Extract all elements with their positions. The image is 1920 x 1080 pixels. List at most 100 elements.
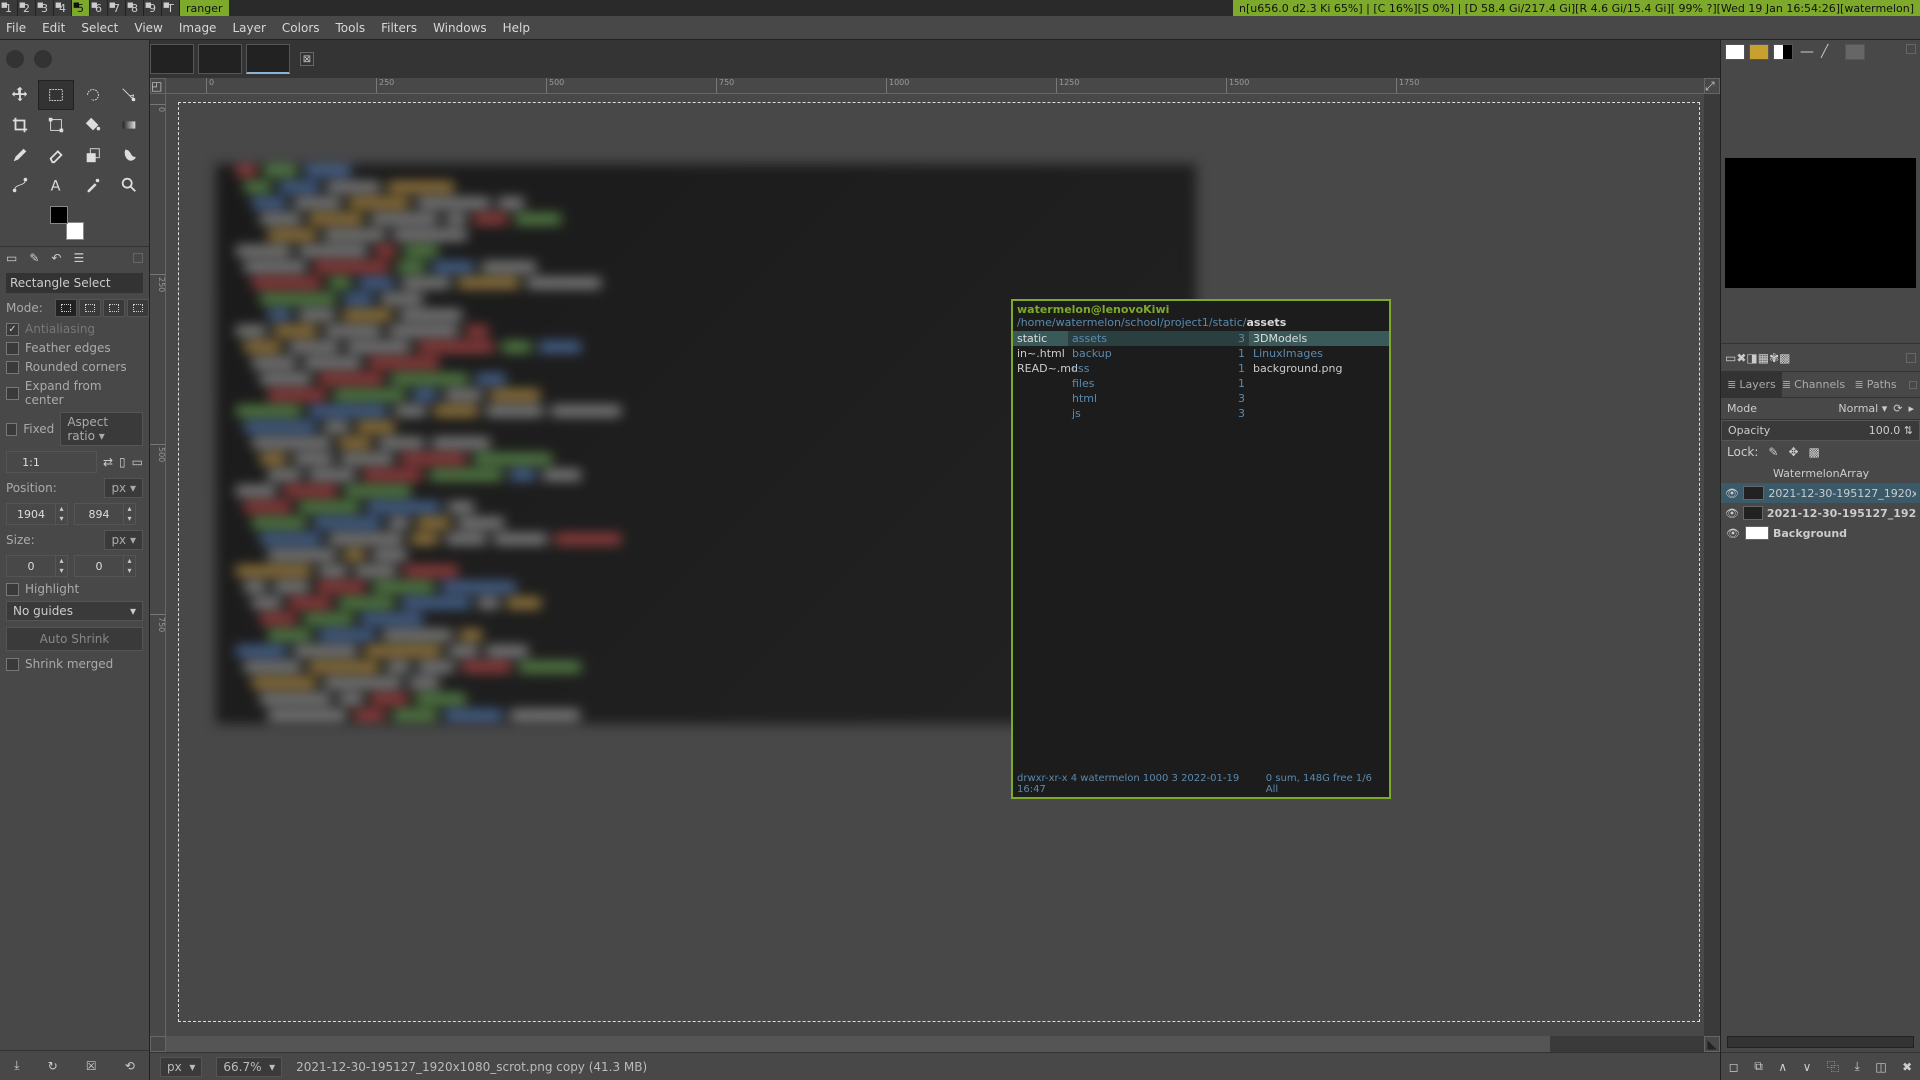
pencil-tool-icon[interactable] — [2, 140, 38, 170]
workspace-4[interactable]: ■4 — [54, 0, 72, 16]
menu-view[interactable]: View — [134, 21, 162, 35]
fuzzy-select-tool-icon[interactable] — [111, 80, 147, 110]
rounded-checkbox[interactable] — [6, 361, 19, 374]
workspace-5[interactable]: ■5 — [72, 0, 90, 16]
highlight-checkbox[interactable] — [6, 583, 19, 596]
brush-icon[interactable]: ╱ — [1821, 44, 1841, 60]
nav-preview[interactable] — [1725, 158, 1916, 288]
expand-checkbox[interactable] — [6, 387, 19, 400]
crop-tool-icon[interactable] — [2, 110, 38, 140]
zoom-select[interactable]: 66.7% ▾ — [216, 1057, 282, 1077]
position-unit-select[interactable]: px ▾ — [104, 478, 143, 498]
size-unit-select[interactable]: px ▾ — [104, 530, 143, 550]
configure-tab-icon[interactable] — [1906, 353, 1916, 363]
visibility-icon[interactable]: 👁 — [1725, 507, 1739, 520]
workspace-7[interactable]: ■7 — [108, 0, 126, 16]
new-layer-icon[interactable]: ◻ — [1729, 1060, 1739, 1074]
mask-layer-icon[interactable]: ◫ — [1875, 1060, 1886, 1074]
layer-list[interactable]: ▲WatermelonArray 👁2021-12-30-195127_1920x… — [1721, 463, 1920, 1032]
mode-subtract-button[interactable] — [103, 299, 125, 317]
layer-scroll[interactable] — [1727, 1036, 1914, 1048]
quick-mask-icon[interactable] — [150, 1036, 166, 1052]
menubar[interactable]: FileEditSelectViewImageLayerColorsToolsF… — [0, 16, 1920, 40]
layer-row[interactable]: 👁Background — [1721, 523, 1920, 543]
eraser-tool-icon[interactable] — [38, 140, 74, 170]
configure-tab-icon[interactable] — [1909, 381, 1917, 389]
scrollbar-vertical[interactable] — [1704, 94, 1720, 1036]
canvas-viewport[interactable]: watermelon@lenovoKiwi /home/watermelon/s… — [166, 94, 1704, 1036]
pos-x-input[interactable] — [7, 508, 55, 521]
workspace-2[interactable]: ■2 — [18, 0, 36, 16]
minus-icon[interactable]: — — [1797, 44, 1817, 60]
mode-intersect-button[interactable] — [127, 299, 149, 317]
tool-options-icon[interactable]: ▭ — [6, 251, 17, 265]
undo-history-icon[interactable]: ↶ — [51, 251, 61, 265]
ratio-input[interactable] — [7, 456, 55, 469]
restore-preset-icon[interactable]: ↻ — [48, 1059, 58, 1073]
gradient-tool-icon[interactable] — [111, 110, 147, 140]
bg-color-swatch[interactable] — [66, 222, 84, 240]
antialias-checkbox[interactable] — [6, 323, 19, 336]
configure-tab-icon[interactable] — [133, 253, 143, 263]
shrink-merged-checkbox[interactable] — [6, 658, 19, 671]
workspace-6[interactable]: ■6 — [90, 0, 108, 16]
move-tool-icon[interactable] — [2, 80, 38, 110]
duplicate-layer-icon[interactable]: ⿻ — [1827, 1058, 1839, 1075]
smudge-tool-icon[interactable] — [111, 140, 147, 170]
image-tab[interactable] — [198, 44, 242, 74]
workspace-1[interactable]: ■1 — [0, 0, 18, 16]
workspace-T[interactable]: ■T — [162, 0, 180, 16]
lock-position-icon[interactable]: ✥ — [1788, 445, 1798, 459]
auto-shrink-button[interactable]: Auto Shrink — [6, 627, 143, 651]
histogram-icon[interactable]: ▭ — [1725, 351, 1736, 365]
paths-tool-icon[interactable] — [2, 170, 38, 200]
menu-layer[interactable]: Layer — [232, 21, 265, 35]
bw-icon[interactable] — [1773, 44, 1793, 60]
clone-tool-icon[interactable] — [75, 140, 111, 170]
menu-select[interactable]: Select — [81, 21, 118, 35]
new-group-icon[interactable]: ⧉ — [1754, 1059, 1763, 1074]
lock-pixels-icon[interactable]: ✎ — [1768, 445, 1778, 459]
swap-icon[interactable]: ⇄ — [103, 455, 113, 469]
tab-channels[interactable]: ≣Channels — [1782, 372, 1845, 397]
visibility-icon[interactable]: 👁 — [1725, 527, 1741, 540]
chevron-icon[interactable]: ▸ — [1908, 402, 1914, 415]
zoom-corner-icon[interactable]: ⤢ — [1704, 78, 1720, 94]
delete-layer-icon[interactable]: ✖ — [1902, 1060, 1912, 1074]
color-swatch[interactable] — [50, 206, 84, 240]
layer-row[interactable]: ▲WatermelonArray — [1721, 463, 1920, 483]
guides-select[interactable]: No guides▾ — [6, 601, 143, 621]
workspace-switcher[interactable]: ■1■2■3■4■5■6■7■8■9■T — [0, 0, 180, 16]
brushes-icon[interactable]: ✾ — [1769, 351, 1779, 365]
lock-alpha-icon[interactable]: ▩ — [1809, 445, 1820, 459]
image-tab[interactable] — [150, 44, 194, 74]
menu-image[interactable]: Image — [179, 21, 217, 35]
close-icon[interactable]: ⊠ — [300, 52, 314, 66]
visibility-icon[interactable]: 👁 — [1725, 487, 1739, 500]
text-tool-icon[interactable]: A — [38, 170, 74, 200]
images-icon[interactable]: ☰ — [73, 251, 84, 265]
transform-tool-icon[interactable] — [38, 110, 74, 140]
size-h-input[interactable] — [75, 560, 123, 573]
menu-tools[interactable]: Tools — [336, 21, 366, 35]
image-tabs[interactable]: ⊠ — [150, 40, 314, 78]
image-tab-active[interactable] — [246, 44, 290, 74]
soft-proof-icon[interactable] — [1725, 44, 1745, 60]
mode-switch-icon[interactable]: ⟳ — [1893, 402, 1902, 415]
fill-icon[interactable] — [1845, 44, 1865, 60]
pointer-icon[interactable]: ✖ — [1736, 351, 1746, 365]
fixed-mode-select[interactable]: Aspect ratio ▾ — [60, 412, 143, 446]
configure-tab-icon[interactable] — [1906, 44, 1916, 54]
colors-icon[interactable]: ▦ — [1758, 351, 1769, 365]
menu-edit[interactable]: Edit — [42, 21, 65, 35]
fixed-checkbox[interactable] — [6, 423, 17, 436]
ruler-corner[interactable]: ◰ — [150, 78, 166, 94]
mode-add-button[interactable] — [79, 299, 101, 317]
layer-tabs[interactable]: ≣Layers≣Channels≣Paths — [1721, 372, 1920, 398]
lower-layer-icon[interactable]: ∨ — [1803, 1060, 1812, 1074]
layer-row[interactable]: 👁2021-12-30-195127_1920x1… — [1721, 503, 1920, 523]
zoom-tool-icon[interactable] — [111, 170, 147, 200]
size-w-input[interactable] — [7, 560, 55, 573]
mode-select[interactable]: Normal ▾ — [1838, 402, 1887, 415]
free-select-tool-icon[interactable] — [75, 80, 111, 110]
